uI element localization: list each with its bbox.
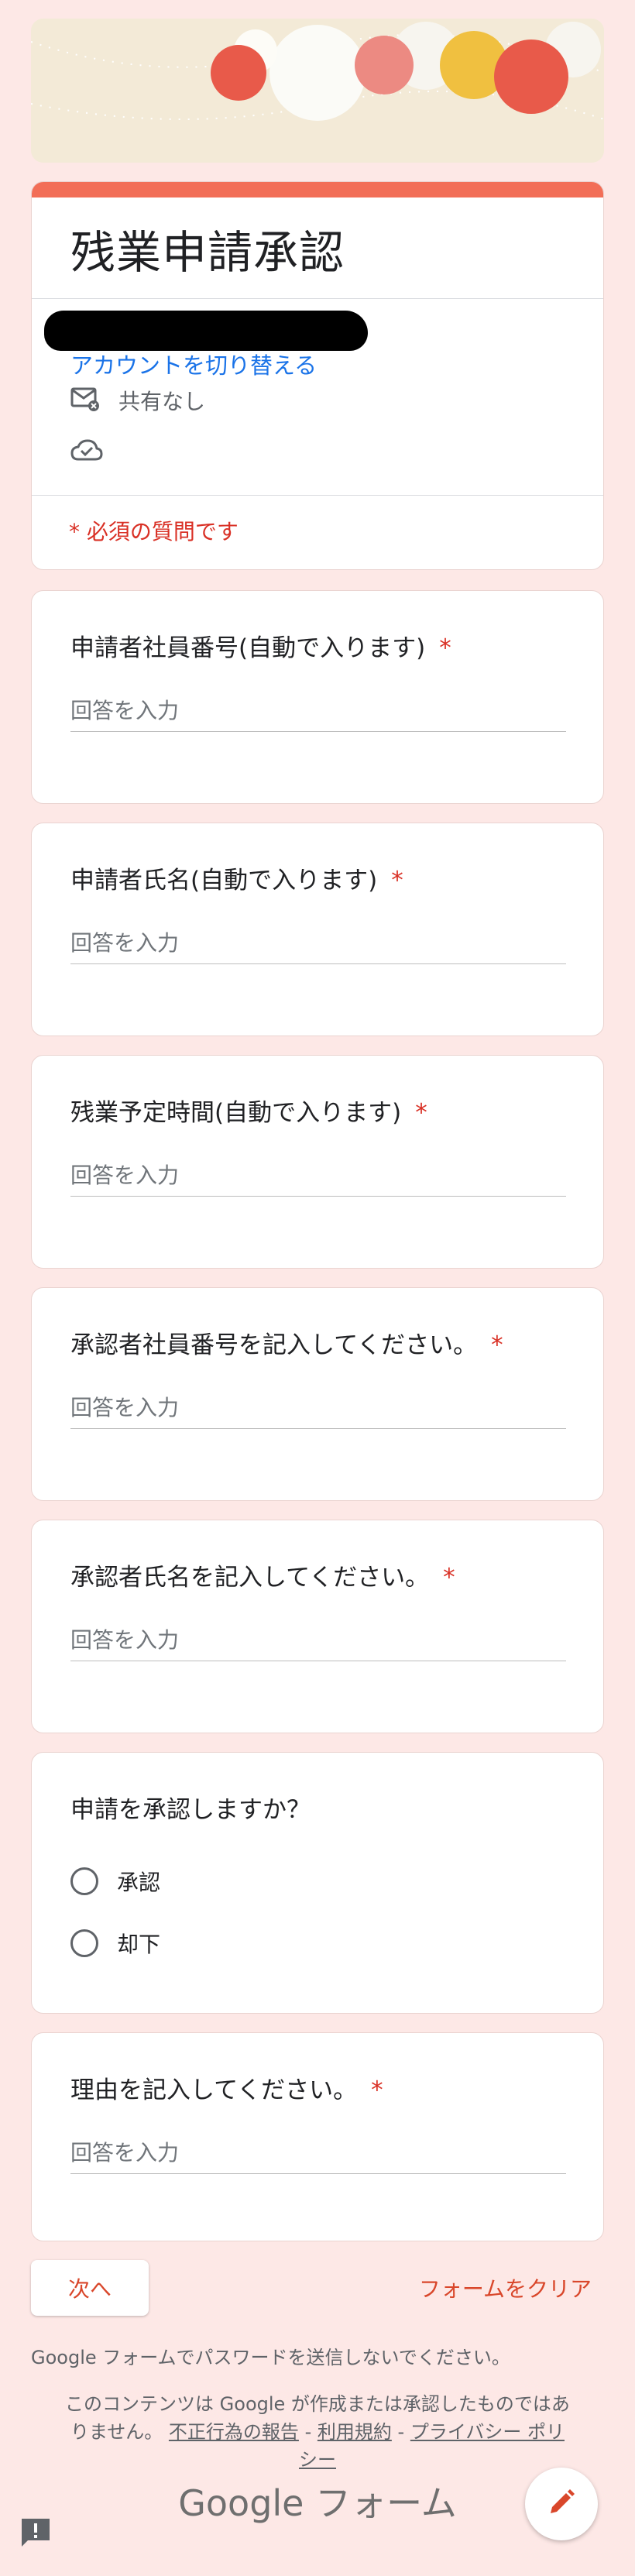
answer-input[interactable] xyxy=(70,1627,566,1661)
disclaimer: このコンテンツは Google が作成または承認したものではありません。 不正行… xyxy=(62,2390,573,2474)
required-mark: * xyxy=(491,1331,503,1359)
password-warning: Google フォームでパスワードを送信しないでください。 xyxy=(31,2347,510,2368)
question-label: 申請を承認しますか？ xyxy=(70,1796,311,1824)
edit-fab-button[interactable] xyxy=(525,2468,598,2540)
radio-option-reject[interactable]: 却下 xyxy=(70,1928,160,1959)
question-card: 残業予定時間(自動で入ります) * xyxy=(31,1055,604,1269)
question-label: 申請者氏名(自動で入ります) xyxy=(70,867,378,895)
radio-label: 承認 xyxy=(117,1870,161,1895)
question-title: 申請者社員番号(自動で入ります) * xyxy=(70,628,451,663)
required-mark: * xyxy=(391,867,403,895)
separator: - xyxy=(304,2421,312,2443)
radio-button[interactable] xyxy=(70,1867,98,1895)
share-status-row: 共有なし xyxy=(70,385,205,416)
question-card: 申請を承認しますか？ 承認 却下 xyxy=(31,1752,604,2014)
required-mark: * xyxy=(443,1564,455,1592)
required-note: * 必須の質問です xyxy=(69,519,239,544)
answer-input[interactable] xyxy=(70,1163,566,1197)
required-mark: * xyxy=(371,2076,383,2104)
separator: - xyxy=(397,2421,405,2443)
answer-input[interactable] xyxy=(70,2140,566,2174)
required-mark: * xyxy=(415,1099,427,1127)
question-card: 承認者社員番号を記入してください。 * xyxy=(31,1287,604,1501)
question-title: 残業予定時間(自動で入ります) * xyxy=(70,1093,427,1128)
report-problem-icon[interactable] xyxy=(19,2516,53,2553)
divider xyxy=(32,298,603,299)
clear-form-link[interactable]: フォームをクリア xyxy=(419,2272,592,2303)
accent-bar xyxy=(32,182,603,197)
question-card: 承認者氏名を記入してください。 * xyxy=(31,1520,604,1733)
required-mark: * xyxy=(439,634,451,662)
next-button[interactable]: 次へ xyxy=(31,2260,149,2316)
question-card: 申請者氏名(自動で入ります) * xyxy=(31,823,604,1036)
redacted-email xyxy=(44,311,368,351)
question-card: 理由を記入してください。 * xyxy=(31,2032,604,2241)
radio-option-approve[interactable]: 承認 xyxy=(70,1866,160,1897)
google-forms-logo[interactable]: Google フォーム xyxy=(31,2475,604,2526)
radio-label: 却下 xyxy=(117,1932,161,1957)
switch-account-link[interactable]: アカウントを切り替える xyxy=(70,348,317,380)
question-label: 承認者社員番号を記入してください。 xyxy=(70,1331,478,1359)
question-title: 申請を承認しますか？ xyxy=(70,1790,311,1825)
question-title: 承認者社員番号を記入してください。 * xyxy=(70,1325,503,1360)
divider xyxy=(32,495,603,496)
radio-button[interactable] xyxy=(70,1929,98,1957)
question-label: 残業予定時間(自動で入ります) xyxy=(70,1099,402,1127)
question-label: 理由を記入してください。 xyxy=(70,2076,358,2104)
question-title: 理由を記入してください。 * xyxy=(70,2070,383,2105)
terms-link[interactable]: 利用規約 xyxy=(318,2421,392,2443)
edit-pencil-icon xyxy=(546,2487,577,2521)
mail-not-shared-icon xyxy=(70,386,100,415)
answer-input[interactable] xyxy=(70,930,566,964)
question-label: 申請者社員番号(自動で入ります) xyxy=(70,634,426,662)
cloud-saved-icon xyxy=(70,438,103,467)
question-card: 申請者社員番号(自動で入ります) * xyxy=(31,590,604,804)
share-status-label: 共有なし xyxy=(118,389,206,414)
form-title: 残業申請承認 xyxy=(70,226,345,279)
header-banner-image xyxy=(31,19,604,163)
answer-input[interactable] xyxy=(70,698,566,732)
question-label: 承認者氏名を記入してください。 xyxy=(70,1564,430,1592)
answer-input[interactable] xyxy=(70,1395,566,1429)
report-abuse-link[interactable]: 不正行為の報告 xyxy=(169,2421,299,2443)
question-title: 承認者氏名を記入してください。 * xyxy=(70,1558,455,1592)
question-title: 申請者氏名(自動で入ります) * xyxy=(70,860,403,895)
form-header-card: 残業申請承認 アカウントを切り替える 共有なし * 必須の質問です xyxy=(31,181,604,570)
